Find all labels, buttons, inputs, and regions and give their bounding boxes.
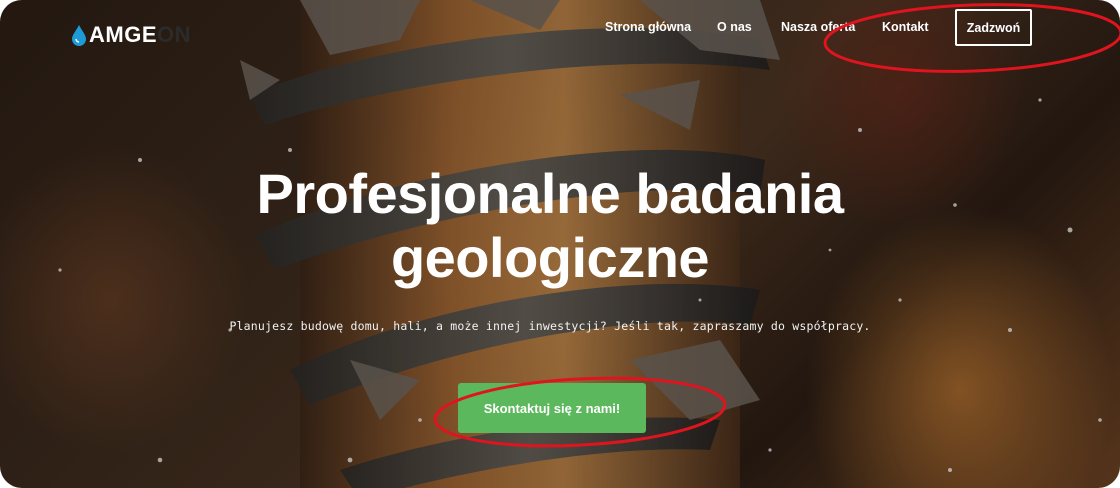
hero-subtitle: Planujesz budowę domu, hali, a może inne… bbox=[229, 319, 871, 333]
logo-wordmark: AMGEON bbox=[89, 22, 191, 48]
hero-section: AMGEON Strona główna O nas Nasza oferta … bbox=[0, 0, 1120, 488]
hero-title-line-2: geologiczne bbox=[390, 226, 710, 289]
site-logo[interactable]: AMGEON bbox=[70, 18, 191, 52]
nav-link-about[interactable]: O nas bbox=[717, 20, 752, 34]
contact-us-button[interactable]: Skontaktuj się z nami! bbox=[458, 383, 646, 433]
nav-link-contact[interactable]: Kontakt bbox=[882, 20, 929, 34]
nav-link-home[interactable]: Strona główna bbox=[605, 20, 691, 34]
hero-title-line-1: Profesjonalne badania bbox=[256, 162, 845, 225]
nav-link-offer[interactable]: Nasza oferta bbox=[781, 20, 855, 34]
logo-text-part-a: AMGE bbox=[89, 22, 157, 47]
hero-title: Profesjonalne badania geologiczne bbox=[0, 162, 1100, 290]
logo-text-part-c: ON bbox=[157, 22, 191, 47]
call-button[interactable]: Zadzwoń bbox=[955, 9, 1032, 46]
water-drop-icon bbox=[72, 25, 86, 46]
